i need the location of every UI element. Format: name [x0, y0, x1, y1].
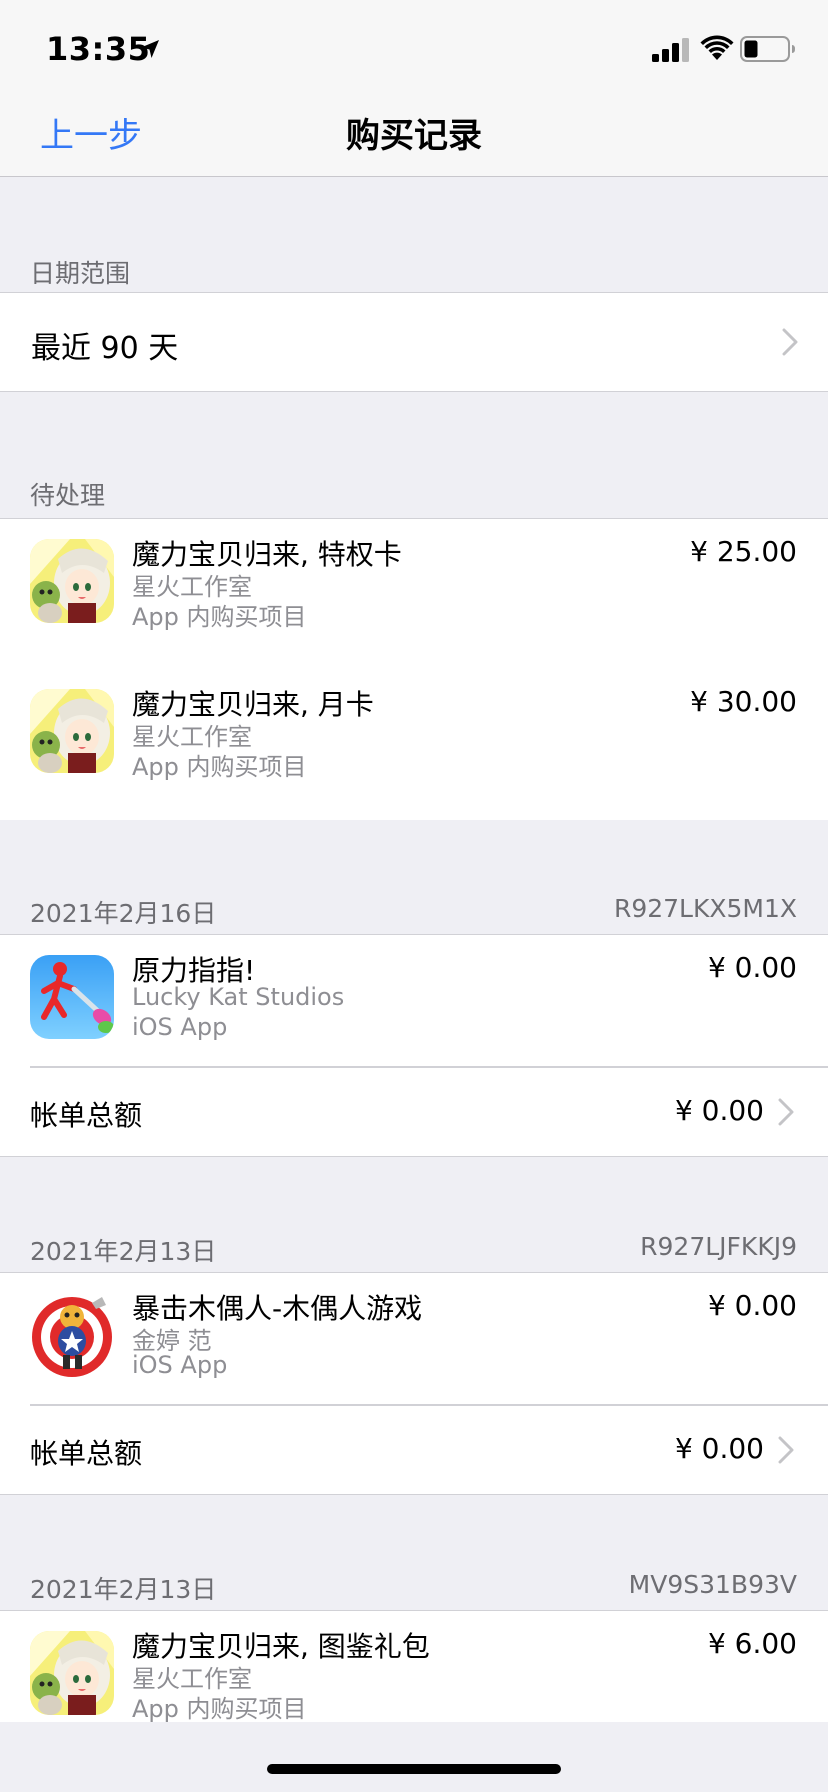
order-group: 魔力宝贝归来, 图鉴礼包 ¥ 6.00 星火工作室 App 内购买项目 — [0, 1610, 828, 1723]
date-range-header-label: 日期范围 — [30, 259, 131, 288]
item-type: App 内购买项目 — [132, 753, 307, 781]
pending-item[interactable]: 魔力宝贝归来, 特权卡 ¥ 25.00 星火工作室 App 内购买项目 — [0, 519, 828, 669]
item-type: iOS App — [132, 1351, 228, 1379]
pending-item[interactable]: 魔力宝贝归来, 月卡 ¥ 30.00 星火工作室 App 内购买项目 — [0, 669, 828, 821]
order-date: 2021年2月13日 — [30, 1237, 217, 1266]
page-title: 购买记录 — [346, 116, 482, 156]
status-time: 13:35 — [46, 30, 151, 68]
anime-girl-app-icon — [30, 539, 114, 623]
item-developer: Lucky Kat Studios — [132, 983, 345, 1011]
order-item[interactable]: 魔力宝贝归来, 图鉴礼包 ¥ 6.00 星火工作室 App 内购买项目 — [0, 1611, 828, 1723]
navigation-bar: 上一步 购买记录 — [0, 90, 828, 177]
order-id: R927LKX5M1X — [613, 894, 797, 923]
bill-total-label: 帐单总额 — [30, 1437, 143, 1470]
item-type: iOS App — [132, 1013, 228, 1041]
anime-girl-app-icon — [30, 689, 114, 773]
cellular-signal-icon — [652, 38, 689, 62]
date-range-value: 最近 90 天 — [31, 331, 179, 366]
order-date: 2021年2月13日 — [30, 1575, 217, 1604]
puppet-target-app-icon — [30, 1293, 114, 1377]
order-item[interactable]: 原力指指! ¥ 0.00 Lucky Kat Studios iOS App — [0, 935, 828, 1067]
order-id: MV9S31B93V — [628, 1570, 797, 1599]
status-bar: 13:35 — [0, 0, 828, 90]
chevron-right-icon — [778, 1098, 794, 1126]
bill-total-value: ¥ 0.00 — [674, 1432, 764, 1465]
pending-header-label: 待处理 — [30, 481, 106, 510]
item-type: App 内购买项目 — [132, 603, 307, 631]
location-arrow-icon — [141, 40, 159, 58]
bill-total-row[interactable]: 帐单总额 ¥ 0.00 — [0, 1068, 828, 1156]
bill-total-row[interactable]: 帐单总额 ¥ 0.00 — [0, 1406, 828, 1494]
pending-group: 魔力宝贝归来, 特权卡 ¥ 25.00 星火工作室 App 内购买项目 魔力宝贝… — [0, 518, 828, 820]
item-price: ¥ 30.00 — [690, 685, 797, 718]
bill-total-value: ¥ 0.00 — [674, 1094, 764, 1127]
date-range-row[interactable]: 最近 90 天 — [0, 292, 828, 392]
item-price: ¥ 6.00 — [707, 1627, 797, 1660]
chevron-right-icon — [782, 328, 798, 356]
item-price: ¥ 0.00 — [707, 1289, 797, 1322]
item-type: App 内购买项目 — [132, 1695, 307, 1723]
chevron-right-icon — [778, 1436, 794, 1464]
battery-icon — [740, 36, 795, 62]
anime-girl-app-icon — [30, 1631, 114, 1715]
item-price: ¥ 25.00 — [690, 535, 797, 568]
item-price: ¥ 0.00 — [707, 951, 797, 984]
order-id: R927LJFKKJ9 — [640, 1232, 797, 1261]
stickman-app-icon — [30, 955, 114, 1039]
wifi-icon — [700, 35, 734, 60]
order-group: 暴击木偶人-木偶人游戏 ¥ 0.00 金婷 范 iOS App 帐单总额 ¥ 0… — [0, 1272, 828, 1495]
bill-total-label: 帐单总额 — [30, 1099, 143, 1132]
order-group: 原力指指! ¥ 0.00 Lucky Kat Studios iOS App 帐… — [0, 934, 828, 1157]
home-indicator[interactable] — [267, 1764, 561, 1774]
order-item[interactable]: 暴击木偶人-木偶人游戏 ¥ 0.00 金婷 范 iOS App — [0, 1273, 828, 1405]
order-date: 2021年2月16日 — [30, 899, 217, 928]
